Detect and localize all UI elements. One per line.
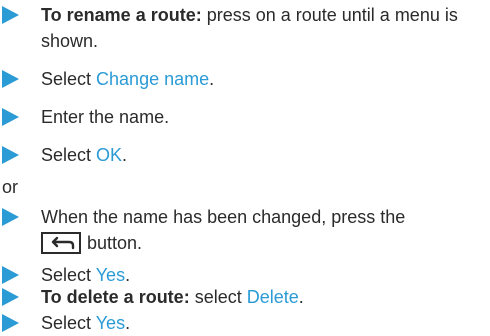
step-prefix: Select [41,145,97,165]
step-suffix: . [298,287,304,307]
step-suffix: . [209,69,215,89]
bullet-arrow-icon [2,146,19,164]
step-prefix: Select [41,313,96,333]
menu-item-delete: Delete [246,287,299,307]
or-label: or [2,177,19,197]
bullet-arrow-icon [2,288,19,306]
menu-item-yes: Yes [95,265,126,285]
step-suffix: . [125,265,131,285]
step-text: Select Yes. [41,310,486,336]
bullet-arrow-icon [2,6,19,24]
step-heading: To rename a route: [41,5,202,25]
menu-item-yes: Yes [95,313,126,333]
step-body: When the name has been changed, press th… [41,207,406,227]
step-suffix: . [122,145,128,165]
step-text: Enter the name. [41,104,486,130]
step-heading: To delete a route: [41,287,190,307]
step-text: To rename a route: press on a route unti… [41,2,486,54]
step-text: To delete a route: select Delete. [41,284,486,310]
back-arrow-icon [51,236,75,250]
step-prefix: Select [41,69,97,89]
menu-item-change-name: Change name [96,69,210,89]
bullet-arrow-icon [2,108,19,126]
bullet-arrow-icon [2,70,19,88]
bullet-arrow-icon [2,208,19,226]
bullet-arrow-icon [2,314,19,332]
back-button-icon [41,232,81,254]
step-prefix: select [189,287,247,307]
step-prefix: Select [41,265,96,285]
step-text: Select OK. [41,142,486,168]
step-body-2: button. [87,233,143,253]
step-text: When the name has been changed, press th… [41,204,486,256]
bullet-arrow-icon [2,266,19,284]
step-suffix: . [125,313,131,333]
menu-item-ok: OK [96,145,123,165]
step-text: Select Change name. [41,66,486,92]
step-body: Enter the name. [41,107,170,127]
